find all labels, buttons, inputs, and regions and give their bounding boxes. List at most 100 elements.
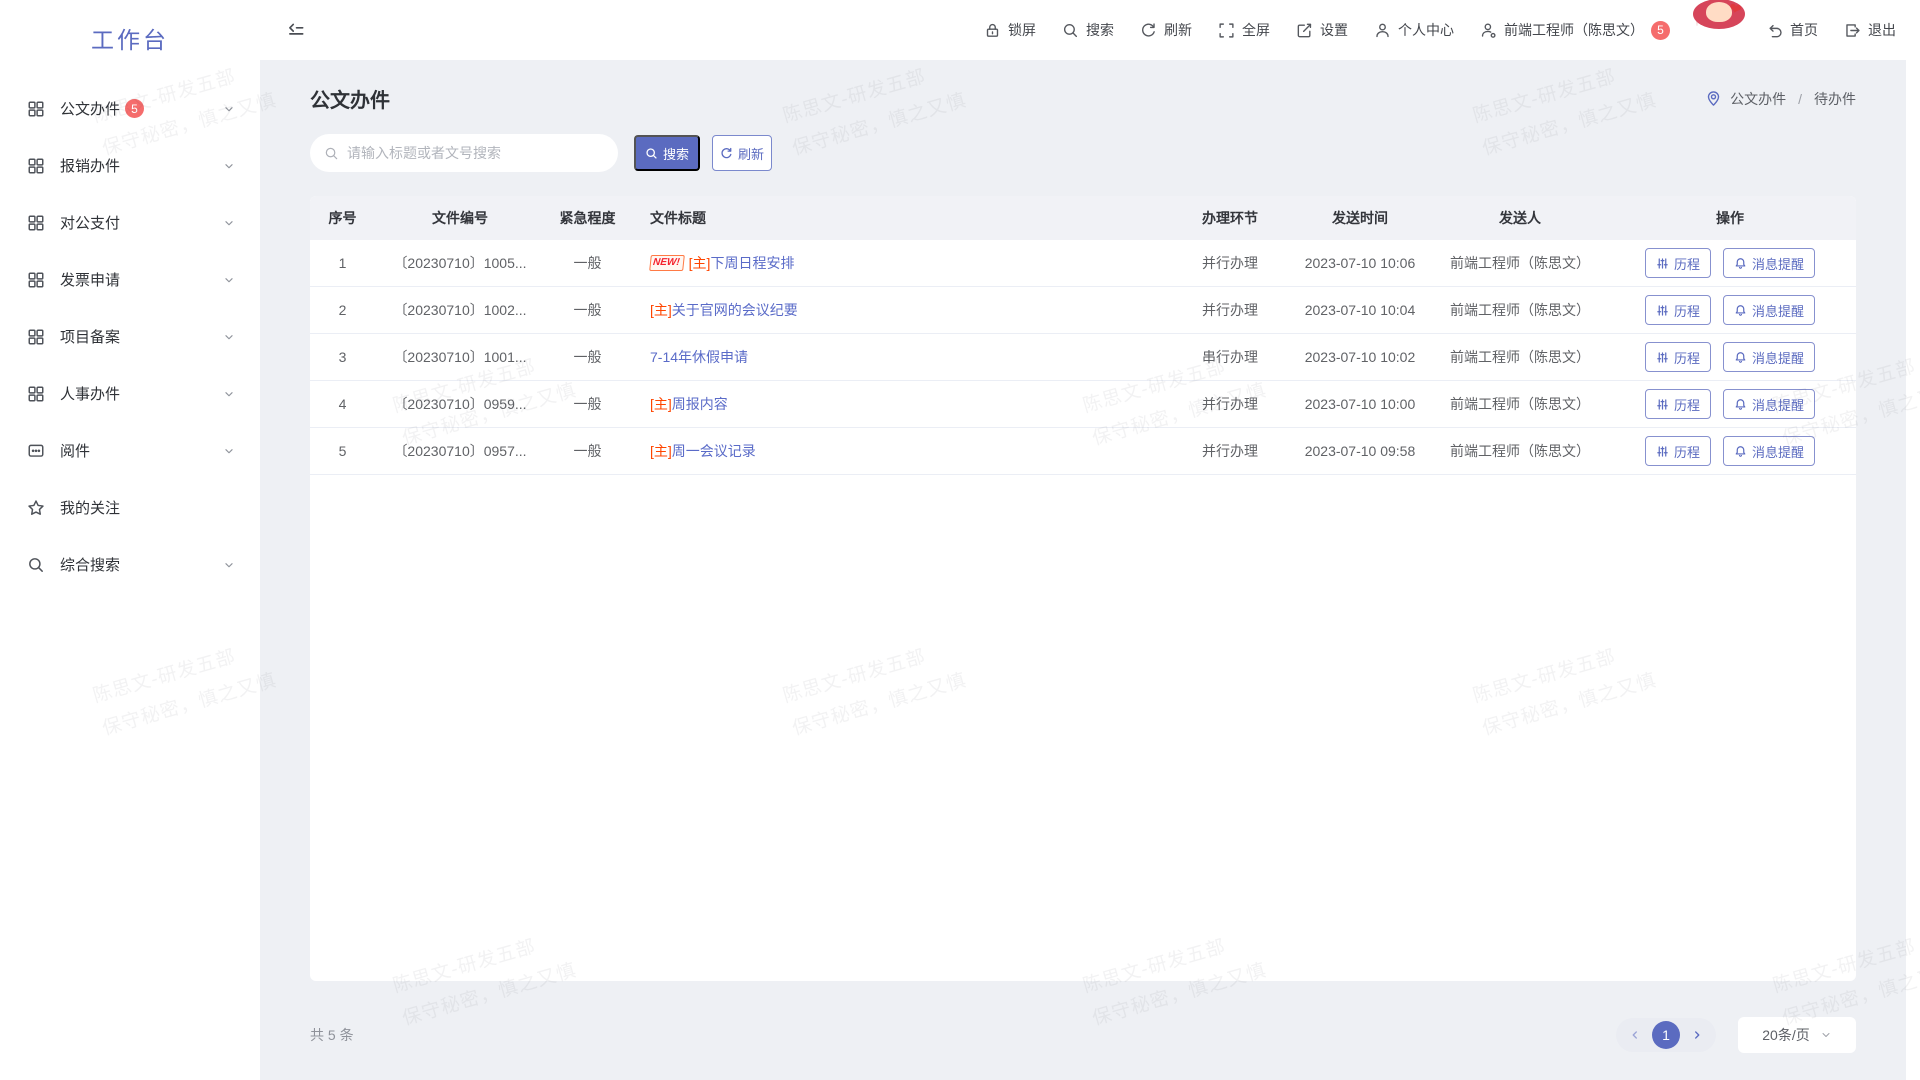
doc-tag: [主] — [650, 300, 672, 320]
history-button[interactable]: 历程 — [1645, 389, 1711, 419]
cell-operations: 历程 消息提醒 — [1605, 342, 1855, 372]
global-search-label: 搜索 — [1086, 20, 1114, 40]
chevron-down-icon — [222, 387, 236, 401]
sidebar-item-project-filing[interactable]: 项目备案 — [0, 308, 260, 365]
document-title-link[interactable]: 7-14年休假申请 — [650, 347, 748, 367]
undo-arrow-icon — [1766, 22, 1783, 39]
sidebar-count-badge: 5 — [125, 99, 144, 118]
chevron-down-icon — [222, 102, 236, 116]
page-header: 公文办件 公文办件 / 待办件 — [310, 84, 1856, 113]
scrollbar-track[interactable] — [1906, 0, 1920, 1080]
notify-button[interactable]: 消息提醒 — [1723, 248, 1815, 278]
document-title-link[interactable]: 周报内容 — [672, 394, 728, 414]
location-pin-icon — [1705, 90, 1722, 107]
cell-sender: 前端工程师（陈思文） — [1435, 253, 1605, 273]
notify-button[interactable]: 消息提醒 — [1723, 342, 1815, 372]
global-search-button[interactable]: 搜索 — [1062, 20, 1114, 40]
cell-time: 2023-07-10 10:06 — [1285, 255, 1435, 271]
page-refresh-button[interactable]: 刷新 — [1140, 20, 1192, 40]
sidebar-item-official-docs[interactable]: 公文办件 5 — [0, 80, 260, 137]
logout-button[interactable]: 退出 — [1844, 20, 1896, 40]
sidebar-item-hr[interactable]: 人事办件 — [0, 365, 260, 422]
app-root: 工作台 公文办件 5 报销办件 对公支付 发票申请 — [0, 0, 1920, 1080]
history-button[interactable]: 历程 — [1645, 342, 1711, 372]
settings-button[interactable]: 设置 — [1296, 20, 1348, 40]
pagination: 1 20条/页 — [1616, 1017, 1856, 1053]
grid-icon — [27, 214, 45, 232]
document-title-link[interactable]: 下周日程安排 — [710, 253, 794, 273]
search-icon — [324, 146, 339, 161]
sidebar-item-invoice-request[interactable]: 发票申请 — [0, 251, 260, 308]
cell-step: 并行办理 — [1175, 253, 1285, 273]
sidebar-item-label: 综合搜索 — [60, 554, 120, 575]
search-icon — [645, 147, 658, 160]
cell-step: 并行办理 — [1175, 394, 1285, 414]
column-header-ops: 操作 — [1605, 208, 1855, 228]
cell-seq: 5 — [310, 443, 375, 459]
page-size-select[interactable]: 20条/页 — [1738, 1017, 1856, 1053]
cell-urgency: 一般 — [545, 347, 630, 367]
history-button[interactable]: 历程 — [1645, 436, 1711, 466]
sidebar-item-label: 发票申请 — [60, 269, 120, 290]
doc-tag: [主] — [689, 253, 711, 273]
sidebar-item-global-search[interactable]: 综合搜索 — [0, 536, 260, 593]
notify-button[interactable]: 消息提醒 — [1723, 295, 1815, 325]
table-row: 3 〔20230710〕1001... 一般 7-14年休假申请 串行办理 20… — [310, 334, 1856, 381]
doc-tag: [主] — [650, 441, 672, 461]
refresh-button[interactable]: 刷新 — [712, 135, 772, 171]
lock-screen-button[interactable]: 锁屏 — [984, 20, 1036, 40]
sidebar-item-reimbursement[interactable]: 报销办件 — [0, 137, 260, 194]
cell-urgency: 一般 — [545, 441, 630, 461]
column-header-step: 办理环节 — [1175, 208, 1285, 228]
breadcrumb-separator: / — [1798, 91, 1802, 107]
refresh-icon — [1140, 22, 1157, 39]
sidebar-item-label: 阅件 — [60, 440, 90, 461]
page-size-value: 20条/页 — [1762, 1025, 1809, 1045]
breadcrumb-parent[interactable]: 公文办件 — [1730, 89, 1786, 109]
breadcrumb-current: 待办件 — [1814, 89, 1856, 109]
next-page-button[interactable] — [1690, 1028, 1704, 1042]
sidebar-item-corporate-payment[interactable]: 对公支付 — [0, 194, 260, 251]
prev-page-button[interactable] — [1628, 1028, 1642, 1042]
history-button-label: 历程 — [1674, 442, 1700, 461]
cell-urgency: 一般 — [545, 300, 630, 320]
sidebar-collapse-icon[interactable] — [286, 20, 306, 40]
grid-icon — [27, 100, 45, 118]
home-label: 首页 — [1790, 20, 1818, 40]
user-avatar[interactable]: ❤ — [1696, 8, 1740, 52]
search-button[interactable]: 搜索 — [634, 135, 700, 171]
column-header-seq: 序号 — [310, 208, 375, 228]
table-row: 4 〔20230710〕0959... 一般 [主] 周报内容 并行办理 202… — [310, 381, 1856, 428]
cell-title: [主] 周一会议记录 — [630, 441, 1175, 461]
current-page-button[interactable]: 1 — [1652, 1021, 1680, 1049]
document-title-link[interactable]: 周一会议记录 — [672, 441, 756, 461]
home-button[interactable]: 首页 — [1766, 20, 1818, 40]
current-user[interactable]: 前端工程师（陈思文） 5 — [1480, 20, 1670, 40]
history-button[interactable]: 历程 — [1645, 248, 1711, 278]
cell-step: 并行办理 — [1175, 300, 1285, 320]
history-button[interactable]: 历程 — [1645, 295, 1711, 325]
notify-button[interactable]: 消息提醒 — [1723, 436, 1815, 466]
sidebar: 工作台 公文办件 5 报销办件 对公支付 发票申请 — [0, 0, 260, 1080]
chevron-down-icon — [222, 216, 236, 230]
column-header-sender: 发送人 — [1435, 208, 1605, 228]
chevron-down-icon — [222, 558, 236, 572]
column-header-title: 文件标题 — [630, 208, 1175, 228]
search-input[interactable] — [347, 145, 604, 161]
user-message-badge: 5 — [1651, 21, 1670, 40]
refresh-icon — [720, 147, 733, 160]
grid-icon — [27, 385, 45, 403]
grid-icon — [27, 328, 45, 346]
notify-button-label: 消息提醒 — [1752, 301, 1804, 320]
sidebar-item-reading[interactable]: 阅件 — [0, 422, 260, 479]
cell-time: 2023-07-10 10:00 — [1285, 396, 1435, 412]
sidebar-item-my-follows[interactable]: 我的关注 — [0, 479, 260, 536]
notify-button[interactable]: 消息提醒 — [1723, 389, 1815, 419]
document-title-link[interactable]: 关于官网的会议纪要 — [672, 300, 798, 320]
sidebar-item-label: 我的关注 — [60, 497, 120, 518]
grid-icon — [27, 271, 45, 289]
profile-button[interactable]: 个人中心 — [1374, 20, 1454, 40]
fullscreen-button[interactable]: 全屏 — [1218, 20, 1270, 40]
main-content: 公文办件 公文办件 / 待办件 搜索 刷新 — [260, 60, 1906, 1080]
cell-urgency: 一般 — [545, 394, 630, 414]
